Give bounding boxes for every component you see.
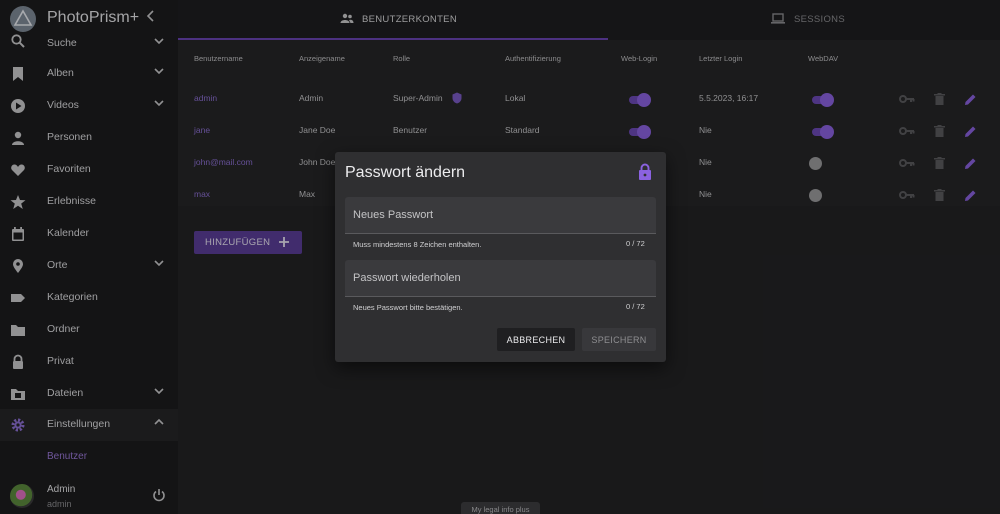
repeat-password-hint: Neues Passwort bitte bestätigen.	[353, 303, 463, 312]
new-password-hint: Muss mindestens 8 Zeichen enthalten.	[353, 240, 482, 249]
cancel-button[interactable]: ABBRECHEN	[497, 328, 575, 351]
new-password-field[interactable]	[345, 197, 656, 234]
lock-icon	[639, 163, 651, 180]
repeat-password-field[interactable]	[345, 260, 656, 297]
new-password-counter: 0 / 72	[626, 239, 645, 248]
dialog-title: Passwort ändern	[345, 164, 466, 181]
save-button[interactable]: SPEICHERN	[582, 328, 656, 351]
save-label: SPEICHERN	[591, 335, 647, 345]
cancel-label: ABBRECHEN	[506, 335, 566, 345]
repeat-password-counter: 0 / 72	[626, 302, 645, 311]
repeat-password-input[interactable]	[345, 260, 656, 296]
change-password-dialog: Passwort ändern Muss mindestens 8 Zeiche…	[335, 152, 666, 362]
new-password-input[interactable]	[345, 197, 656, 233]
